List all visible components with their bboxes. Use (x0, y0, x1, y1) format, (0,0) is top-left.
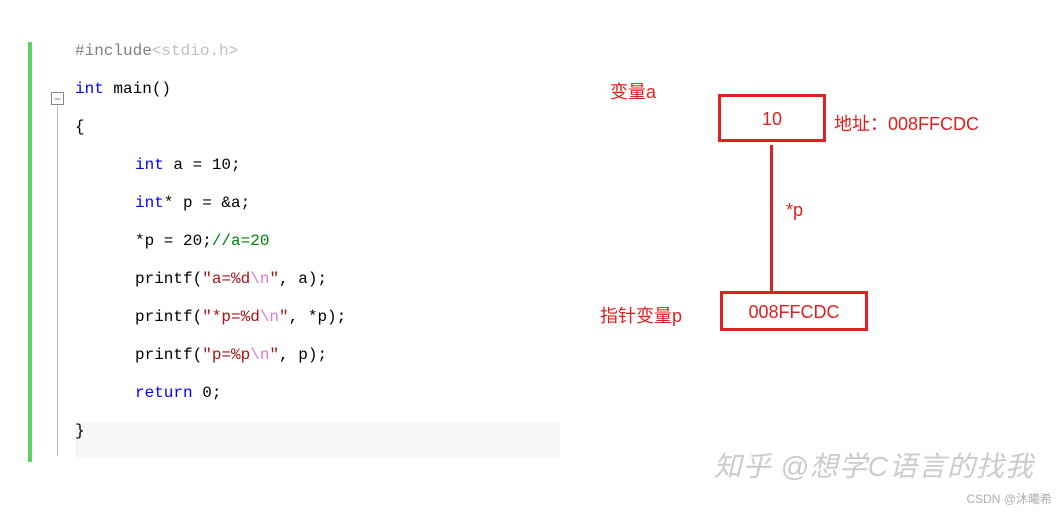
code-line-11: } (75, 422, 85, 440)
address-label: 地址：008FFCDC (834, 110, 979, 136)
pointer-variable-box: 008FFCDC (720, 291, 868, 331)
code-text: 0; (193, 384, 222, 402)
include-path: <stdio.h> (152, 42, 238, 60)
code-text: *p = 20; (135, 232, 212, 250)
code-line-6: *p = 20;//a=20 (75, 232, 269, 250)
code-line-2: int main() (75, 80, 171, 98)
keyword-token: int (75, 80, 104, 98)
code-text: printf( (135, 308, 202, 326)
keyword-token: int (135, 156, 164, 174)
string-token: " (269, 346, 279, 364)
dereference-label: *p (786, 200, 803, 221)
code-text: printf( (135, 270, 202, 288)
code-line-8: printf("*p=%d\n", *p); (75, 308, 346, 326)
current-line-highlight (75, 422, 560, 458)
pointer-variable-label: 指针变量p (600, 302, 682, 328)
variable-a-box: 10 (718, 94, 826, 142)
code-text: , *p); (289, 308, 347, 326)
variable-a-label: 变量a (610, 78, 656, 104)
escape-token: \n (260, 308, 279, 326)
code-text: a = 10; (164, 156, 241, 174)
string-token: "p=%p (202, 346, 250, 364)
code-line-9: printf("p=%p\n", p); (75, 346, 327, 364)
code-line-1: #include<stdio.h> (75, 42, 238, 60)
preproc-token: #include (75, 42, 152, 60)
fold-toggle-icon[interactable]: − (51, 92, 64, 105)
code-text: printf( (135, 346, 202, 364)
code-line-3: { (75, 118, 85, 136)
keyword-token: int (135, 194, 164, 212)
string-token: " (269, 270, 279, 288)
brace: { (75, 118, 85, 136)
brace: } (75, 422, 85, 440)
zhihu-watermark: 知乎 @想学C语言的找我 (714, 445, 1034, 485)
code-line-10: return 0; (75, 384, 221, 402)
pointer-diagram: 变量a 10 地址：008FFCDC *p 指针变量p 008FFCDC (600, 60, 1050, 360)
pointer-connector-line (770, 145, 773, 291)
fold-guideline (57, 106, 58, 456)
code-text: * p = &a; (164, 194, 250, 212)
string-token: "*p=%d (202, 308, 260, 326)
code-text: , a); (279, 270, 327, 288)
escape-token: \n (250, 346, 269, 364)
code-line-4: int a = 10; (75, 156, 241, 174)
csdn-watermark: CSDN @沐曦希 (966, 490, 1052, 507)
code-text: , p); (279, 346, 327, 364)
code-text: main() (104, 80, 171, 98)
string-token: "a=%d (202, 270, 250, 288)
gutter-change-bar (28, 42, 32, 462)
comment-token: //a=20 (212, 232, 270, 250)
escape-token: \n (250, 270, 269, 288)
string-token: " (279, 308, 289, 326)
code-line-5: int* p = &a; (75, 194, 250, 212)
code-line-7: printf("a=%d\n", a); (75, 270, 327, 288)
keyword-token: return (135, 384, 193, 402)
